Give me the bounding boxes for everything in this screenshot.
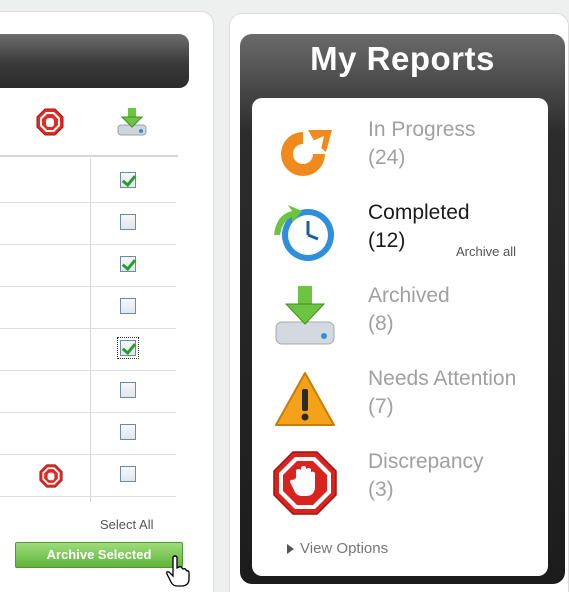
hand-cursor-icon xyxy=(166,555,190,587)
download-icon xyxy=(117,108,147,136)
report-count: (3) xyxy=(368,478,394,501)
report-label: Needs Attention xyxy=(368,367,517,390)
stop-hand-icon xyxy=(273,451,337,515)
column-header-download xyxy=(112,104,152,140)
table-row xyxy=(0,160,176,203)
row-select-checkbox[interactable] xyxy=(117,337,139,359)
stop-hand-icon xyxy=(39,464,63,488)
report-count: (8) xyxy=(368,312,394,335)
archive-selected-button[interactable]: Archive Selected xyxy=(15,542,183,568)
report-item-in-progress[interactable]: In Progress (24) xyxy=(252,112,548,190)
table-row xyxy=(0,328,176,371)
expand-triangle-icon xyxy=(287,544,294,555)
stop-hand-icon xyxy=(36,108,64,136)
report-list-header-bar xyxy=(0,34,189,88)
row-select-checkbox[interactable] xyxy=(120,256,136,272)
table-row xyxy=(0,202,176,245)
row-select-checkbox[interactable] xyxy=(120,214,136,230)
report-label: Discrepancy xyxy=(368,450,484,473)
report-count: (7) xyxy=(368,395,394,418)
report-item-archived[interactable]: Archived (8) xyxy=(252,278,548,356)
report-item-needs-attention[interactable]: Needs Attention (7) xyxy=(252,361,548,439)
table-row xyxy=(0,286,176,329)
row-discrepancy-indicator xyxy=(38,464,64,493)
archive-all-link[interactable]: Archive all xyxy=(456,244,516,259)
select-all-link[interactable]: Select All xyxy=(100,517,153,532)
report-label: Archived xyxy=(368,284,450,307)
row-select-checkbox[interactable] xyxy=(120,466,136,482)
table-header-divider xyxy=(0,155,178,157)
report-item-discrepancy[interactable]: Discrepancy (3) xyxy=(252,444,548,522)
report-item-completed[interactable]: Completed (12) xyxy=(252,195,548,273)
my-reports-title: My Reports xyxy=(310,40,495,77)
report-count: (24) xyxy=(368,146,406,169)
row-select-checkbox[interactable] xyxy=(120,172,136,188)
warning-icon xyxy=(275,372,335,426)
table-row xyxy=(0,244,176,287)
table-row xyxy=(0,454,176,497)
column-header-discrepancy xyxy=(30,104,70,140)
table-row xyxy=(0,370,176,413)
row-select-checkbox[interactable] xyxy=(120,382,136,398)
report-label: In Progress xyxy=(368,118,476,141)
refresh-icon xyxy=(281,130,333,176)
download-icon xyxy=(275,286,335,345)
clock-icon xyxy=(274,205,334,261)
row-select-checkbox[interactable] xyxy=(120,298,136,314)
row-select-checkbox[interactable] xyxy=(120,424,136,440)
report-count: (12) xyxy=(368,229,406,252)
table-row xyxy=(0,412,176,455)
view-options-label: View Options xyxy=(300,540,389,557)
view-options-toggle[interactable]: View Options xyxy=(287,540,388,557)
report-label: Completed xyxy=(368,201,470,224)
